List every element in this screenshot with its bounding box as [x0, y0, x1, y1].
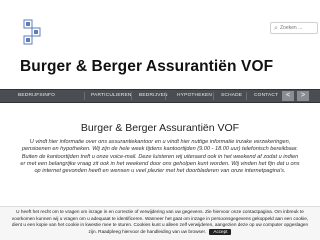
cookie-accept-button[interactable]: Accept — [209, 228, 232, 235]
intro-text: U vindt hier informatie over ons assuran… — [20, 139, 300, 175]
nav-divider — [84, 92, 85, 100]
search-box[interactable]: ⌕ — [270, 22, 318, 34]
page-heading: Burger & Berger Assurantiën VOF — [80, 122, 240, 134]
nav-item-contact[interactable]: Contact — [254, 90, 278, 102]
site-logo[interactable] — [22, 18, 44, 46]
nav-divider — [165, 92, 166, 100]
nav-item-particulieren[interactable]: Particulieren — [91, 90, 132, 102]
nav-divider — [131, 92, 132, 100]
nav-item-schade[interactable]: Schade — [221, 90, 242, 102]
site-title[interactable]: Burger & Berger Assurantiën VOF — [20, 58, 273, 76]
nav-prev-arrow-icon[interactable]: < — [282, 91, 294, 101]
nav-item-bedrijfsinfo[interactable]: Bedrijfsinfo — [18, 90, 55, 102]
logo-graphic — [23, 19, 41, 45]
search-input[interactable] — [280, 23, 316, 33]
nav-item-bedrijven[interactable]: Bedrijven — [139, 90, 168, 102]
main-navigation: Bedrijfsinfo Particulieren Bedrijven Hyp… — [0, 89, 320, 103]
cookie-notice-text: U heeft het recht om te vragen om inzage… — [11, 209, 309, 234]
search-icon: ⌕ — [274, 25, 278, 32]
nav-next-arrow-icon[interactable]: > — [297, 91, 309, 101]
nav-divider — [213, 92, 214, 100]
nav-item-hypotheken[interactable]: Hypotheken — [177, 90, 212, 102]
cookie-notice: U heeft het recht om te vragen om inzage… — [0, 206, 320, 240]
nav-divider — [246, 92, 247, 100]
